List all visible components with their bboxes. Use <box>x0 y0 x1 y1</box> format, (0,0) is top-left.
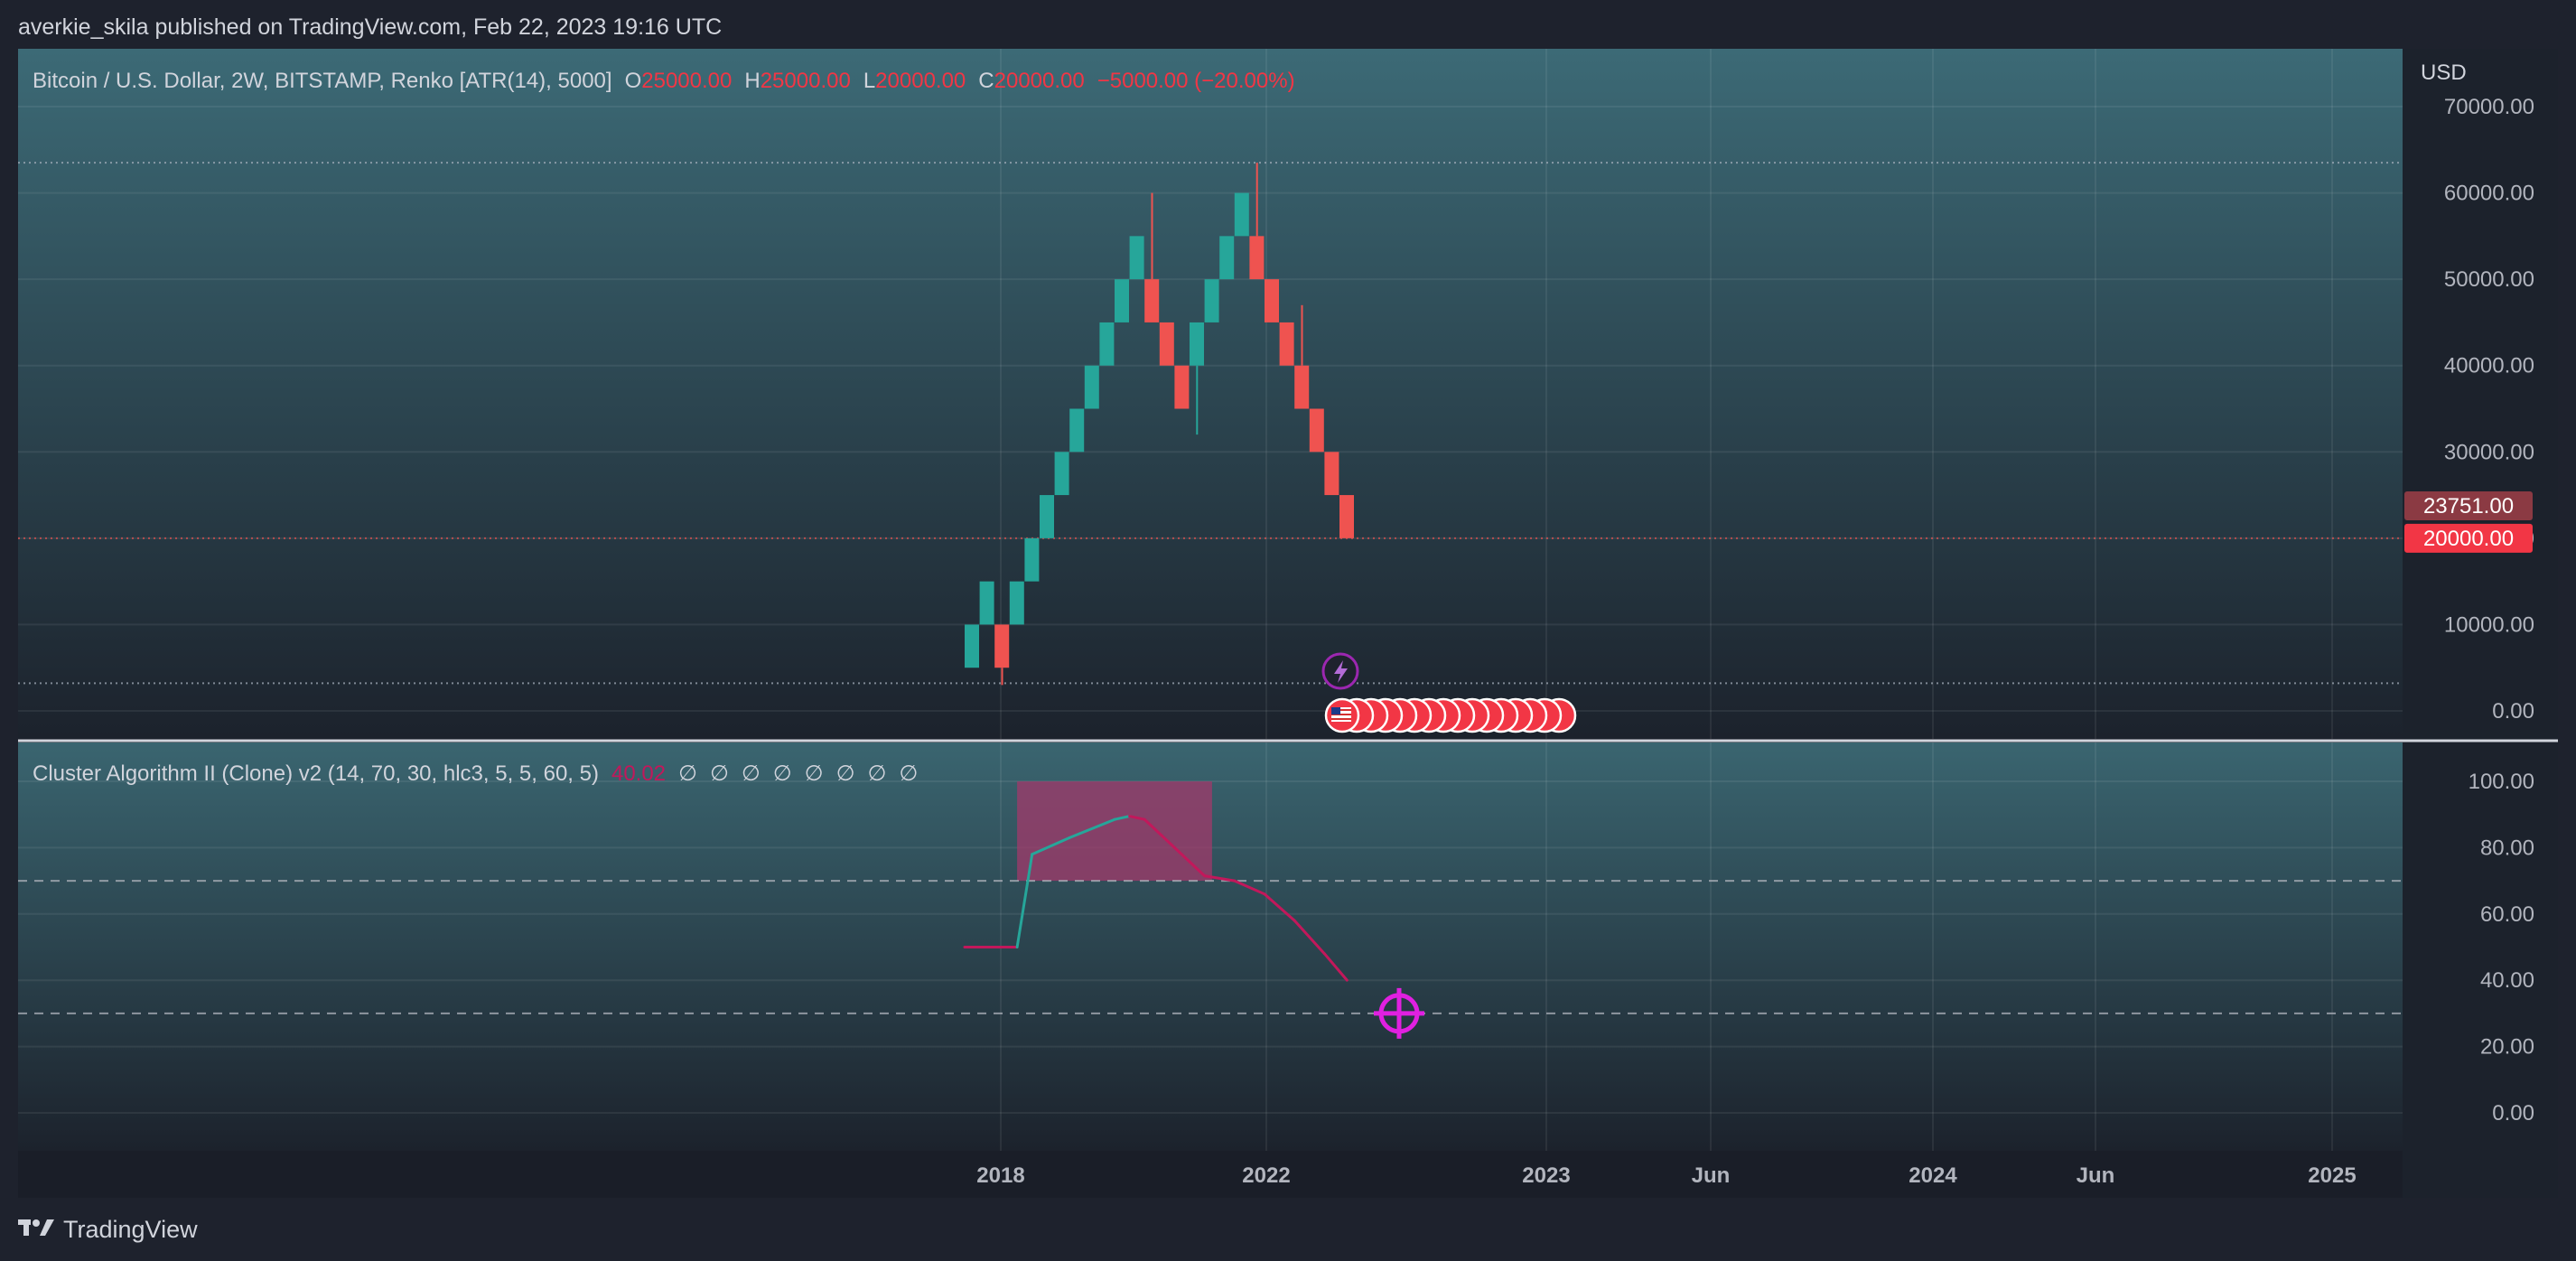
renko-brick <box>965 624 979 668</box>
renko-brick <box>1279 322 1294 366</box>
currency-label[interactable]: USD <box>2421 61 2467 85</box>
indicator-tick-label: 0.00 <box>2492 1101 2534 1126</box>
renko-brick <box>1099 322 1115 366</box>
price-badge-label: 23751.00 <box>2423 494 2514 518</box>
overbought-zone-rect <box>1017 781 1212 882</box>
overbought-zone <box>1017 781 1212 882</box>
renko-brick <box>1144 279 1160 322</box>
time-tick-label: 2024 <box>1909 1163 1957 1188</box>
low-value: 20000.00 <box>875 69 966 93</box>
empty-value: ∅ <box>709 761 729 786</box>
renko-brick <box>1294 365 1310 409</box>
empty-value: ∅ <box>772 761 792 786</box>
renko-brick <box>1204 279 1219 322</box>
high-value: 25000.00 <box>760 69 851 93</box>
empty-value: ∅ <box>804 761 824 786</box>
renko-brick <box>979 581 994 625</box>
renko-brick <box>1084 365 1099 409</box>
renko-brick <box>1129 236 1144 280</box>
price-badge-label: 20000.00 <box>2423 527 2514 551</box>
price-tick-label: 0.00 <box>2492 699 2534 724</box>
empty-value: ∅ <box>867 761 887 786</box>
price-tick-label: 70000.00 <box>2444 95 2534 119</box>
renko-brick <box>1190 322 1204 366</box>
tradingview-logo-icon <box>18 1216 54 1244</box>
price-tick-label: 30000.00 <box>2444 440 2534 464</box>
renko-brick <box>1249 236 1265 280</box>
open-label: O <box>624 69 642 93</box>
indicator-tick-label: 60.00 <box>2480 902 2534 927</box>
high-label: H <box>744 69 761 93</box>
time-tick-label: 2018 <box>976 1163 1024 1188</box>
indicator-tick-label: 40.00 <box>2480 968 2534 993</box>
renko-brick <box>1009 581 1024 625</box>
renko-brick <box>1174 365 1190 409</box>
close-label: C <box>978 69 994 93</box>
main-legend: Bitcoin / U.S. Dollar, 2W, BITSTAMP, Ren… <box>33 69 1295 94</box>
time-tick-label: 2025 <box>2308 1163 2356 1188</box>
brand-name: TradingView <box>63 1216 198 1243</box>
low-label: L <box>863 69 876 93</box>
empty-value: ∅ <box>899 761 919 786</box>
renko-brick <box>1219 236 1235 280</box>
renko-brick <box>1324 452 1339 496</box>
indicator-value: 40.02 <box>611 761 667 786</box>
price-tick-label: 50000.00 <box>2444 267 2534 292</box>
price-tick-label: 40000.00 <box>2444 354 2534 378</box>
renko-brick <box>1115 279 1129 322</box>
footer-brand[interactable]: TradingView <box>18 1216 198 1244</box>
time-tick-label: Jun <box>2077 1163 2115 1188</box>
main-pane-background <box>18 49 2403 739</box>
indicator-tick-label: 20.00 <box>2480 1035 2534 1060</box>
symbol-title[interactable]: Bitcoin / U.S. Dollar, 2W, BITSTAMP, Ren… <box>33 69 612 94</box>
empty-value: ∅ <box>835 761 855 786</box>
change-value: −5000.00 (−20.00%) <box>1097 69 1295 93</box>
us-flag-stripe <box>1331 718 1351 720</box>
empty-value: ∅ <box>678 761 697 786</box>
indicator-title[interactable]: Cluster Algorithm II (Clone) v2 (14, 70,… <box>33 761 599 787</box>
empty-value: ∅ <box>741 761 761 786</box>
renko-brick <box>1040 495 1054 538</box>
renko-brick <box>1054 452 1069 496</box>
chart-canvas[interactable]: 70000.00 60000.00 50000.00 40000.00 30000.00… <box>0 0 2576 1261</box>
price-tick-label: 60000.00 <box>2444 182 2534 206</box>
renko-brick <box>1234 192 1249 237</box>
indicator-tick-label: 100.00 <box>2469 770 2534 794</box>
time-tick-label: 2022 <box>1242 1163 1290 1188</box>
renko-brick <box>1309 408 1324 453</box>
renko-brick <box>1069 408 1085 453</box>
renko-brick <box>1265 279 1279 322</box>
renko-brick <box>1159 322 1174 366</box>
time-axis-background <box>18 1151 2403 1198</box>
renko-brick <box>1339 495 1354 538</box>
indicator-tick-label: 80.00 <box>2480 836 2534 860</box>
us-flag-canton <box>1331 707 1340 715</box>
price-tick-label: 10000.00 <box>2444 612 2534 637</box>
time-tick-label: 2023 <box>1522 1163 1570 1188</box>
renko-brick <box>994 624 1010 668</box>
time-tick-label: Jun <box>1692 1163 1731 1188</box>
renko-brick <box>1024 537 1040 582</box>
open-value: 25000.00 <box>641 69 733 93</box>
indicator-legend: Cluster Algorithm II (Clone) v2 (14, 70,… <box>33 761 918 787</box>
close-value: 20000.00 <box>994 69 1085 93</box>
